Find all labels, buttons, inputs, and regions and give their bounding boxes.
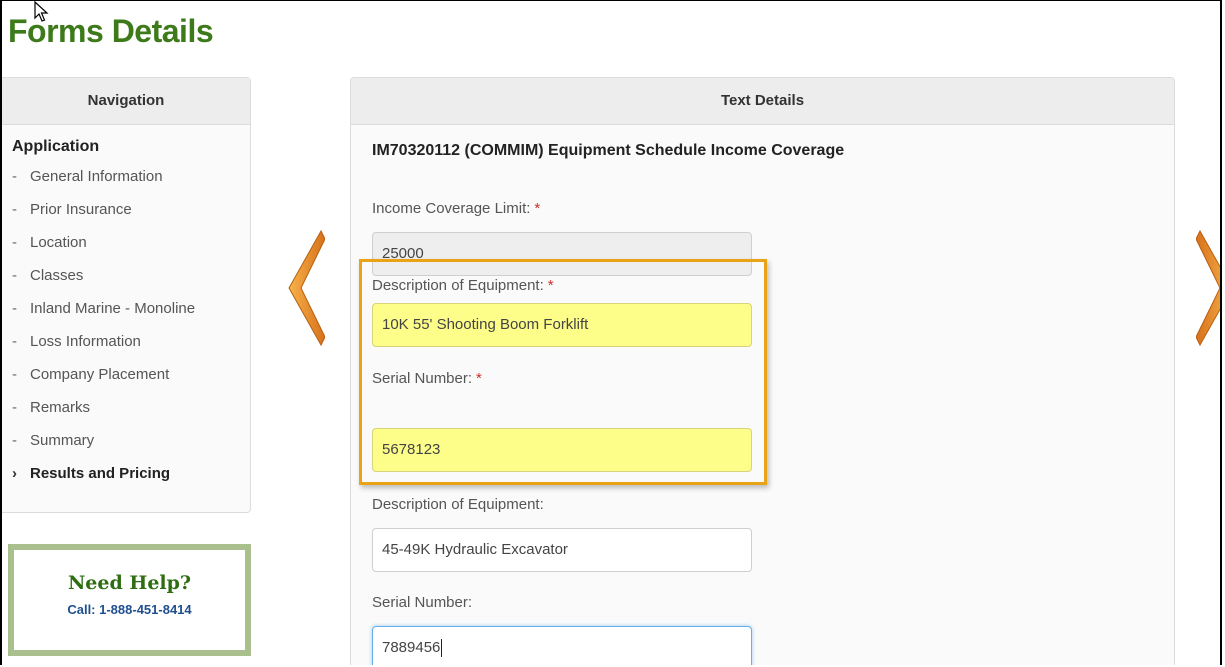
nav-item-general-information[interactable]: - General Information <box>12 168 195 201</box>
nav-item-classes[interactable]: - Classes <box>12 267 195 300</box>
app-frame: Forms Details Navigation Application - Ge… <box>0 0 1222 665</box>
equipment-description-2-field[interactable]: 45-49K Hydraulic Excavator <box>372 528 752 572</box>
nav-item-summary[interactable]: - Summary <box>12 432 195 465</box>
nav-item-prefix: - <box>12 234 17 251</box>
income-coverage-limit-field[interactable]: 25000 <box>372 232 752 276</box>
label-text: Income Coverage Limit: <box>372 200 531 217</box>
nav-item-prefix: - <box>12 366 17 383</box>
nav-item-prefix: - <box>12 432 17 449</box>
nav-item-label: Remarks <box>30 399 91 416</box>
nav-item-prefix: - <box>12 201 17 218</box>
nav-item-prefix: - <box>12 333 17 350</box>
text-details-panel: Text Details IM70320112 (COMMIM) Equipme… <box>350 77 1175 665</box>
nav-item-prior-insurance[interactable]: - Prior Insurance <box>12 201 195 234</box>
serial-number-1-field[interactable]: 5678123 <box>372 428 752 472</box>
required-asterisk: * <box>476 370 482 387</box>
nav-item-prefix: - <box>12 168 17 185</box>
mouse-cursor-icon <box>34 1 49 22</box>
nav-item-label: General Information <box>30 168 163 185</box>
nav-item-results-and-pricing[interactable]: › Results and Pricing <box>12 465 195 498</box>
text-details-header: Text Details <box>351 78 1174 125</box>
label-text: Description of Equipment: <box>372 277 544 294</box>
income-coverage-limit-label: Income Coverage Limit: * <box>372 200 540 217</box>
nav-list: - General Information - Prior Insurance -L… <box>12 168 195 498</box>
chevron-right-icon[interactable] <box>1196 229 1222 347</box>
nav-item-location[interactable]: - Location <box>12 234 195 267</box>
equipment-description-2-label: Description of Equipment: <box>372 496 544 513</box>
navigation-header: Navigation <box>2 78 250 125</box>
serial-number-2-field[interactable]: 7889456 <box>372 626 752 665</box>
nav-item-prefix: - <box>12 399 17 416</box>
required-asterisk: * <box>534 200 541 217</box>
required-asterisk: * <box>547 277 554 294</box>
chevron-right-small-icon: › <box>12 465 17 482</box>
nav-item-prefix: - <box>12 300 17 317</box>
nav-item-prefix: - <box>12 267 17 284</box>
serial-number-1-label: Serial Number: * <box>372 370 482 387</box>
chevron-left-icon[interactable] <box>285 229 325 347</box>
nav-item-remarks[interactable]: - Remarks <box>12 399 195 432</box>
nav-item-loss-information[interactable]: - Loss Information <box>12 333 195 366</box>
nav-item-label: Summary <box>30 432 95 449</box>
nav-item-label: Inland Marine - Monoline <box>30 300 196 317</box>
equipment-description-1-field[interactable]: 10K 55' Shooting Boom Forklift <box>372 303 752 347</box>
nav-item-label: Loss Information <box>30 333 141 350</box>
help-phone-link[interactable]: Call: 1-888-451-8414 <box>14 602 245 617</box>
nav-section-application[interactable]: Application <box>12 138 99 156</box>
form-name: IM70320112 (COMMIM) Equipment Schedule I… <box>372 142 845 159</box>
nav-item-inland-marine[interactable]: - Inland Marine - Monoline <box>12 300 195 333</box>
nav-item-label: Results and Pricing <box>30 465 171 482</box>
nav-item-label: Prior Insurance <box>30 201 132 218</box>
navigation-panel: Navigation Application - General Informat… <box>2 77 251 513</box>
equipment-description-1-label: Description of Equipment: * <box>372 277 554 294</box>
nav-item-label: Classes <box>30 267 84 284</box>
nav-item-label: Location <box>30 234 87 251</box>
help-title: Need Help? <box>67 572 192 594</box>
nav-item-label: Company Placement <box>30 366 170 383</box>
nav-item-company-placement[interactable]: - Company Placement <box>12 366 195 399</box>
serial-number-2-value: 7889456 <box>382 639 441 656</box>
text-caret <box>441 639 443 658</box>
serial-number-2-label: Serial Number: <box>372 594 473 611</box>
help-box: Need Help? Call: 1-888-451-8414 <box>8 544 251 656</box>
label-text: Serial Number: <box>372 370 473 387</box>
